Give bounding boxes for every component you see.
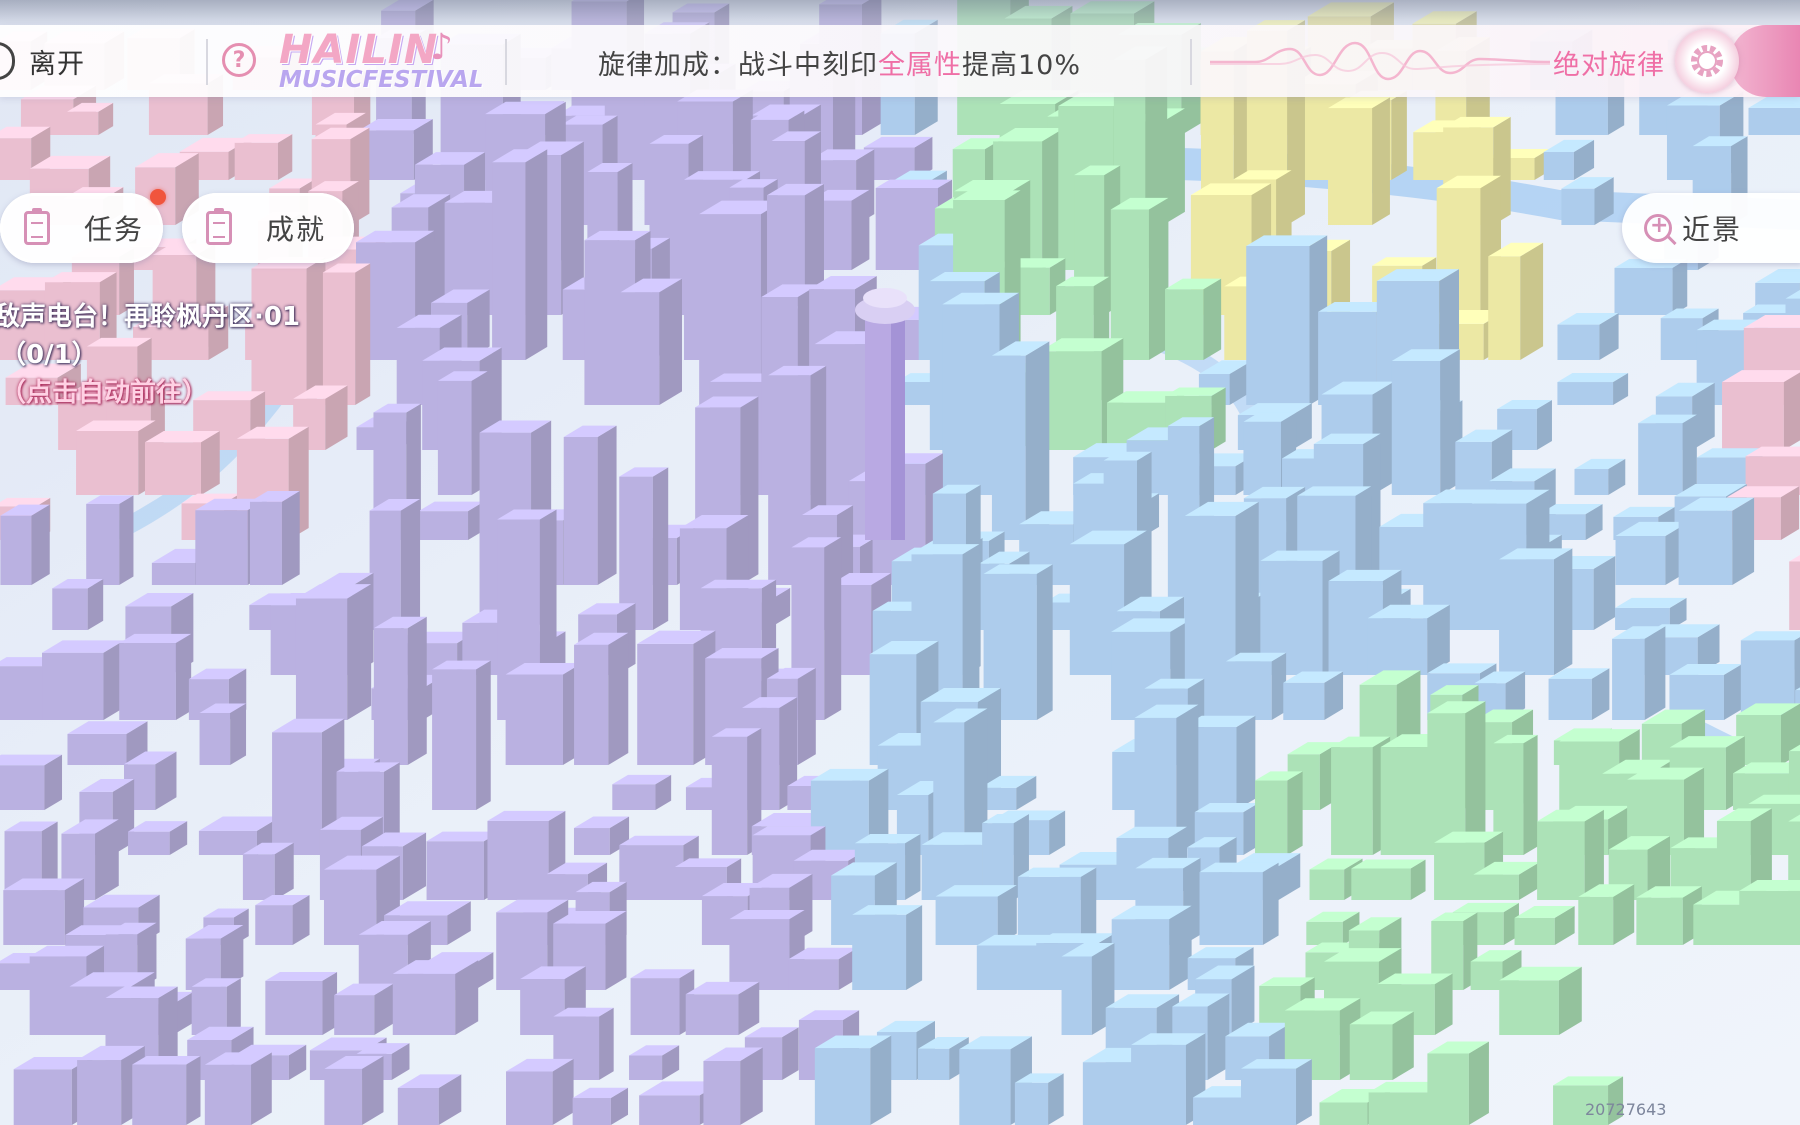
clipboard-icon: [24, 208, 50, 245]
city-map[interactable]: [0, 0, 1800, 1125]
zoom-label: 近景: [1682, 213, 1743, 246]
help-icon[interactable]: ?: [222, 43, 256, 77]
melody-bonus-text: 旋律加成：战斗中刻印全属性提高10%: [598, 43, 1081, 82]
divider: [505, 39, 507, 85]
achievements-button[interactable]: 成就: [182, 193, 354, 263]
haze: [0, 0, 1800, 1125]
music-note-icon: ♪: [430, 27, 453, 68]
player-uid: 20727643: [1585, 1100, 1667, 1119]
waveform-icon: [1210, 41, 1550, 81]
bonus-prefix: 旋律加成：战斗中刻印: [598, 50, 878, 81]
gear-glyph: [1691, 45, 1723, 77]
divider: [206, 39, 208, 85]
tasks-label: 任务: [84, 213, 145, 246]
zoom-in-icon: [1644, 213, 1672, 242]
zoom-in-button[interactable]: 近景: [1622, 193, 1800, 263]
logo-subtitle: MUSICFESTIVAL: [279, 67, 484, 93]
achievements-label: 成就: [266, 213, 327, 246]
quest-tracker[interactable]: 敌声电台！再聆枫丹区·01 （0/1） （点击自动前往）: [0, 298, 300, 412]
divider: [1190, 39, 1192, 85]
bonus-highlight: 全属性: [878, 50, 962, 81]
notification-dot: [150, 189, 166, 205]
absolute-melody-label[interactable]: 绝对旋律: [1553, 43, 1665, 82]
quest-auto-navigate[interactable]: （点击自动前往）: [0, 374, 300, 412]
exit-label: 离开: [29, 48, 85, 80]
quest-progress: （0/1）: [0, 340, 98, 370]
building-blocks: [0, 0, 1800, 1125]
pink-edge-tab: [1730, 25, 1800, 97]
bonus-suffix: 提高10%: [962, 50, 1082, 81]
tasks-button[interactable]: 任务: [0, 193, 163, 263]
exit-icon: [0, 42, 15, 80]
gear-icon[interactable]: [1675, 29, 1739, 93]
top-shade: [0, 0, 1800, 25]
exit-button[interactable]: 离开: [0, 25, 150, 97]
quest-title: 敌声电台！再聆枫丹区·01: [0, 302, 301, 332]
top-bar: 离开 ? HAILIN ♪ MUSICFESTIVAL 旋律加成：战斗中刻印全属…: [0, 25, 1800, 97]
clipboard-icon: [206, 208, 232, 245]
festival-logo: HAILIN ♪ MUSICFESTIVAL: [275, 27, 505, 95]
